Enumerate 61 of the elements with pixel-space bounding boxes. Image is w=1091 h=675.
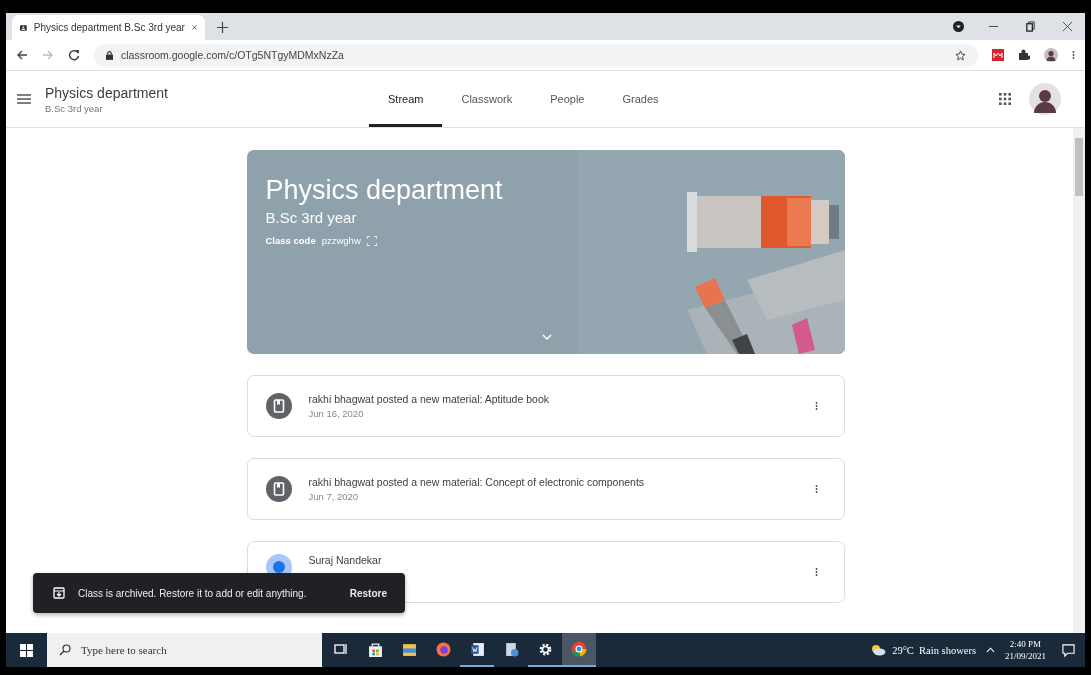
class-title: Physics department	[45, 84, 169, 101]
taskbar-search-field[interactable]: Type here to search	[47, 633, 322, 667]
post-date: Jun 7, 2020	[308, 491, 360, 502]
nav-tab[interactable]: Grades	[603, 71, 678, 127]
apps-grid-icon[interactable]	[999, 93, 1011, 105]
post-text: rakhi bhagwat posted a new material: Aptitude book	[308, 393, 550, 405]
browser-icon	[435, 641, 451, 657]
class-subtitle: B.Sc 3rd year	[45, 102, 104, 114]
shopping-bag-icon	[367, 641, 383, 657]
class-code: pzzwghw	[321, 235, 361, 246]
notification-icon[interactable]	[1062, 643, 1075, 657]
more-icon[interactable]	[1072, 49, 1075, 61]
chevron-down-icon[interactable]	[541, 334, 552, 340]
search-icon	[59, 644, 71, 656]
book-icon	[265, 393, 292, 419]
restore-button[interactable]: Restore	[345, 585, 391, 601]
banner-title: Physics department	[265, 174, 503, 206]
menu-icon[interactable]	[17, 94, 31, 104]
browser-icon	[571, 641, 587, 657]
more-icon[interactable]	[814, 483, 818, 495]
gear-icon	[537, 641, 553, 657]
reload-icon[interactable]	[68, 49, 80, 61]
windows-start-icon[interactable]	[20, 643, 33, 657]
clock-time: 2:40 PM	[1009, 638, 1042, 650]
clock-date: 21/09/2021	[1005, 650, 1046, 662]
extension-icon[interactable]	[992, 49, 1004, 61]
close-icon[interactable]	[1062, 21, 1073, 32]
profile-menu-icon[interactable]	[953, 21, 964, 32]
weather-icon	[870, 644, 887, 656]
book-icon	[265, 476, 292, 502]
browser-tab[interactable]: Physics department B.Sc 3rd year	[12, 15, 205, 40]
task-view-icon	[334, 642, 348, 656]
archive-icon	[53, 587, 65, 599]
class-code-label: Class code	[265, 235, 316, 246]
more-icon[interactable]	[814, 566, 818, 578]
post-author: Suraj Nandekar	[308, 554, 383, 566]
more-icon[interactable]	[814, 400, 818, 412]
nav-tab[interactable]: Stream	[369, 71, 443, 127]
post-date: Jun 16, 2020	[308, 408, 365, 419]
document-icon	[469, 641, 485, 657]
scrollbar[interactable]	[1073, 128, 1085, 633]
banner-subtitle: B.Sc 3rd year	[265, 209, 357, 226]
close-icon[interactable]	[191, 23, 197, 32]
restore-icon[interactable]	[1025, 21, 1036, 32]
lock-icon	[106, 50, 113, 60]
nav-tab[interactable]: Classwork	[442, 71, 532, 127]
new-tab-icon[interactable]	[217, 22, 228, 33]
caret-up-icon[interactable]	[986, 647, 995, 653]
star-icon[interactable]	[955, 49, 966, 61]
avatar-icon[interactable]	[1044, 48, 1058, 62]
post-card[interactable]: rakhi bhagwat posted a new material: Aptitude book Jun 16, 2020	[246, 375, 845, 437]
address-field[interactable]: classroom.google.com/c/OTg5NTgyMDMxNzZa	[94, 43, 978, 67]
nav-tab[interactable]: People	[531, 71, 604, 127]
avatar-icon[interactable]	[1029, 83, 1061, 115]
tab-title: Physics department B.Sc 3rd year	[33, 22, 185, 33]
notepad-icon	[503, 641, 519, 657]
back-icon[interactable]	[16, 49, 28, 61]
post-card[interactable]: rakhi bhagwat posted a new material: Concept of electronic components Jun 7, 2020	[246, 458, 845, 520]
weather-text[interactable]: 29°C Rain showers	[892, 644, 976, 656]
post-text: rakhi bhagwat posted a new material: Concept of electronic components	[308, 476, 646, 488]
folder-icon	[401, 641, 417, 657]
